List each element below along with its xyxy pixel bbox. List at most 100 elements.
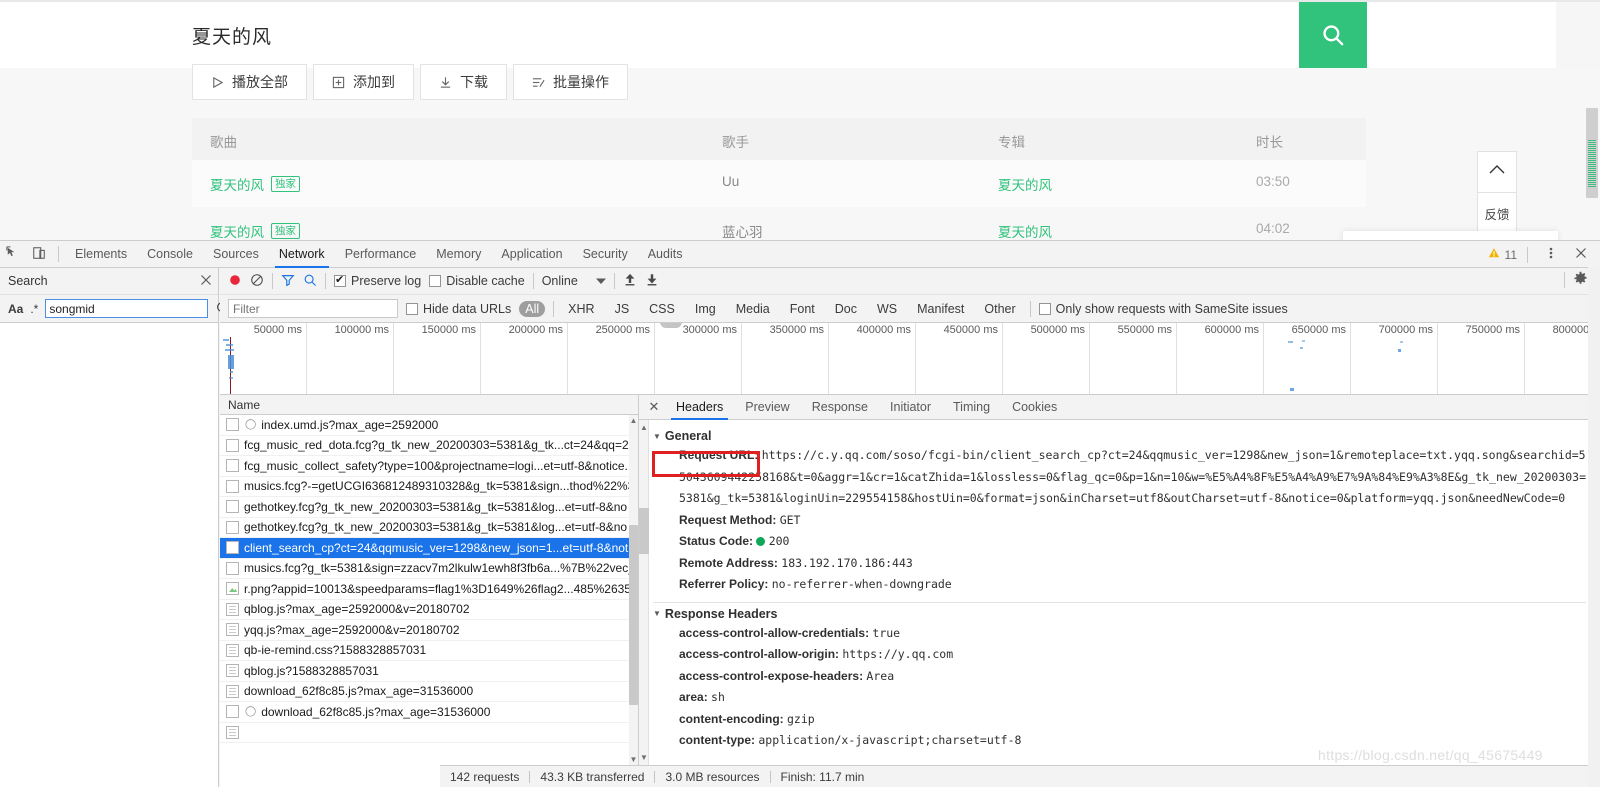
tab-timing[interactable]: Timing [942,395,1001,420]
filter-type-manifest[interactable]: Manifest [911,301,970,317]
download-arrow-icon [647,274,657,286]
song-name-cell[interactable]: 夏天的风 独家 [210,221,300,241]
tab-security[interactable]: Security [573,241,638,268]
tab-elements[interactable]: Elements [65,241,137,268]
list-item[interactable]: qblog.js?max_age=2592000&v=20180702 [220,600,638,620]
tab-sources[interactable]: Sources [203,241,269,268]
filter-type-doc[interactable]: Doc [829,301,863,317]
search-input[interactable] [45,299,209,318]
tab-performance[interactable]: Performance [335,241,427,268]
status-code-value: 200 [768,534,790,548]
filter-input[interactable] [228,299,398,318]
album-cell[interactable]: 夏天的风 [998,221,1052,241]
download-button[interactable]: 下载 [420,64,507,100]
overview-tick-label: 500000 ms [1030,324,1085,336]
close-detail-pane-button[interactable]: ✕ [643,399,665,415]
filter-type-js[interactable]: JS [609,301,636,317]
record-button[interactable] [228,273,242,290]
list-item[interactable]: r.png?appid=10013&speedparams=flag1%3D16… [220,579,638,600]
list-item[interactable]: fcg_music_red_dota.fcg?g_tk_new_20200303… [220,436,638,456]
general-section-title[interactable]: ▼ General [653,429,1586,443]
list-item[interactable]: qb-ie-remind.css?1588328857031 [220,641,638,661]
toggle-device-toolbar-button[interactable] [26,241,52,267]
filter-type-font[interactable]: Font [784,301,821,317]
search-requests-button[interactable] [303,273,317,290]
disable-cache-checkbox[interactable]: Disable cache [429,274,525,288]
tab-network[interactable]: Network [269,241,335,268]
list-item[interactable]: musics.fcg?-=getUCGI636812489310328&g_tk… [220,477,638,497]
filter-type-xhr[interactable]: XHR [562,301,600,317]
hide-data-urls-checkbox[interactable]: Hide data URLs [406,302,511,316]
tab-memory[interactable]: Memory [426,241,491,268]
filter-type-media[interactable]: Media [730,301,776,317]
request-name: qblog.js?max_age=2592000&v=20180702 [244,602,470,617]
more-options-button[interactable] [1538,242,1564,268]
overview-request-bar [1302,340,1305,342]
list-item[interactable]: ◯ download_62f8c85.js?max_age=31536000 [220,702,638,723]
batch-operation-button[interactable]: 批量操作 [513,64,628,100]
tab-cookies[interactable]: Cookies [1001,395,1068,420]
response-headers-section-title[interactable]: ▼ Response Headers [653,607,1586,621]
detail-scrollbar-thumb[interactable] [639,508,649,554]
filter-type-all[interactable]: All [519,300,546,317]
artist-cell[interactable]: 蓝心羽 [722,221,763,241]
search-submit-button[interactable] [1299,2,1367,68]
list-item[interactable]: yqq.js?max_age=2592000&v=20180702 [220,620,638,641]
warning-counter[interactable]: 11 [1488,247,1517,262]
tab-audits[interactable]: Audits [638,241,693,268]
requests-column-header-name[interactable]: Name [220,395,638,415]
toggle-filter-button[interactable] [281,273,295,290]
tab-response[interactable]: Response [801,395,879,420]
export-har-button[interactable] [645,272,659,290]
list-item[interactable]: qblog.js?1588328857031 [220,661,638,682]
scroll-to-top-button[interactable] [1477,151,1517,193]
regex-toggle[interactable]: .* [30,302,38,316]
samesite-issues-checkbox[interactable]: Only show requests with SameSite issues [1038,302,1288,316]
filter-type-img[interactable]: Img [689,301,722,317]
network-overview-timeline[interactable]: 50000 ms 100000 ms 150000 ms 200000 ms 2… [220,323,1600,395]
scroll-up-arrow-icon[interactable]: ▲ [639,422,649,433]
scroll-down-arrow-icon[interactable]: ▼ [639,752,649,763]
tab-application[interactable]: Application [491,241,572,268]
add-to-button[interactable]: 添加到 [313,64,414,100]
song-title-link[interactable]: 夏天的风 [210,174,264,194]
filter-type-css[interactable]: CSS [643,301,681,317]
song-title-link[interactable]: 夏天的风 [210,221,264,241]
list-item-selected[interactable]: client_search_cp?ct=24&qqmusic_ver=1298&… [220,538,638,559]
play-all-button[interactable]: 播放全部 [192,64,307,100]
close-search-pane-button[interactable] [200,274,212,289]
close-devtools-button[interactable] [1568,242,1594,268]
song-name-cell[interactable]: 夏天的风 独家 [210,174,300,194]
tab-headers[interactable]: Headers [665,395,734,420]
list-item[interactable]: ◯ index.umd.js?max_age=2592000 [220,415,638,436]
tab-preview[interactable]: Preview [734,395,800,420]
tab-console[interactable]: Console [137,241,203,268]
scroll-down-arrow-icon[interactable]: ▼ [629,754,638,765]
inspect-element-button[interactable] [0,241,26,267]
detail-left-scrollbar[interactable]: ▲ ▼ [639,420,649,765]
tab-initiator[interactable]: Initiator [879,395,942,420]
import-har-button[interactable] [623,272,637,290]
requests-scrollbar-thumb[interactable] [629,525,638,705]
album-cell[interactable]: 夏天的风 [998,174,1052,194]
section-divider [653,601,1586,603]
table-row[interactable]: 夏天的风 独家 Uu 夏天的风 03:50 [192,160,1366,207]
clear-requests-button[interactable] [250,273,264,290]
request-url-value[interactable]: https://c.y.qq.com/soso/fcgi-bin/client_… [679,448,1586,505]
match-case-toggle[interactable]: Aa [8,302,23,316]
filter-type-ws[interactable]: WS [871,301,903,317]
preserve-log-checkbox[interactable]: Preserve log [334,273,421,288]
throttling-select[interactable]: Online [542,274,606,288]
scroll-up-arrow-icon[interactable]: ▲ [629,415,638,426]
search-input-value[interactable]: 夏天的风 [192,22,272,49]
list-item[interactable]: fcg_music_collect_safety?type=100&projec… [220,456,638,477]
list-item[interactable]: gethotkey.fcg?g_tk_new_20200303=5381&g_t… [220,518,638,538]
list-item[interactable] [220,723,638,743]
settings-button[interactable] [1573,271,1588,289]
list-item[interactable]: musics.fcg?g_tk=5381&sign=zzacv7m2lkulw1… [220,559,638,579]
artist-cell[interactable]: Uu [722,174,739,189]
requests-list-scrollbar[interactable]: ▲ ▼ [629,415,638,765]
filter-type-other[interactable]: Other [978,301,1021,317]
list-item[interactable]: gethotkey.fcg?g_tk_new_20200303=5381&g_t… [220,497,638,518]
list-item[interactable]: download_62f8c85.js?max_age=31536000 [220,682,638,702]
